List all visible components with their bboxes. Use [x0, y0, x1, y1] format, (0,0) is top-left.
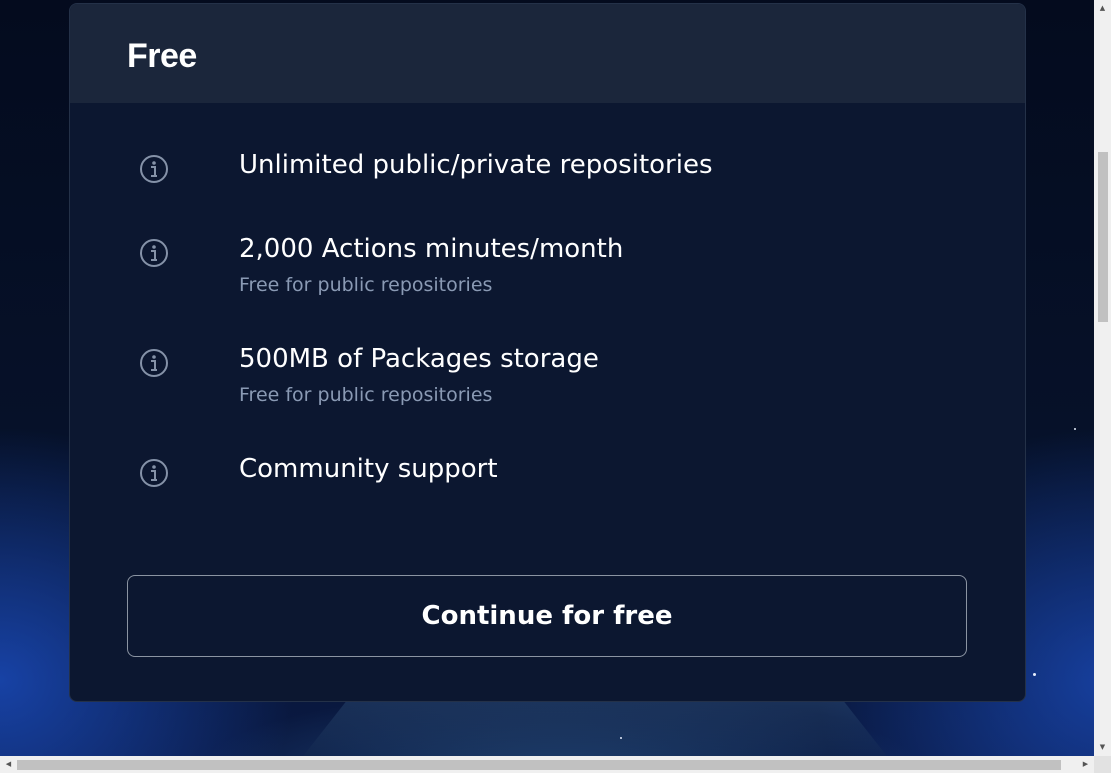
feature-label: 500MB of Packages storage: [239, 344, 599, 374]
info-icon[interactable]: [139, 154, 169, 184]
scroll-down-arrow-icon[interactable]: ▼: [1094, 739, 1111, 756]
vertical-scroll-thumb[interactable]: [1098, 152, 1108, 322]
feature-label: Community support: [239, 454, 498, 484]
feature-sublabel: Free for public repositories: [239, 274, 493, 296]
vertical-scrollbar[interactable]: ▲ ▼: [1094, 0, 1111, 756]
horizontal-scrollbar[interactable]: ◀ ▶: [0, 756, 1111, 773]
star: [1033, 673, 1036, 676]
continue-for-free-button[interactable]: Continue for free: [127, 575, 967, 657]
background-glow-cone: [300, 700, 890, 760]
plan-card-header: Free: [70, 4, 1025, 103]
star: [620, 737, 622, 739]
plan-card: Free Unlimited public/private repositori…: [69, 3, 1026, 702]
scroll-up-arrow-icon[interactable]: ▲: [1094, 0, 1111, 17]
scroll-right-arrow-icon[interactable]: ▶: [1077, 756, 1094, 773]
horizontal-scroll-thumb[interactable]: [17, 760, 1061, 770]
info-icon[interactable]: [139, 238, 169, 268]
star: [1074, 428, 1076, 430]
feature-sublabel: Free for public repositories: [239, 384, 493, 406]
feature-label: Unlimited public/private repositories: [239, 150, 713, 180]
info-icon[interactable]: [139, 348, 169, 378]
plan-title: Free: [127, 37, 197, 75]
scroll-left-arrow-icon[interactable]: ◀: [0, 756, 17, 773]
info-icon[interactable]: [139, 458, 169, 488]
scrollbar-corner: [1094, 756, 1111, 773]
feature-label: 2,000 Actions minutes/month: [239, 234, 624, 264]
